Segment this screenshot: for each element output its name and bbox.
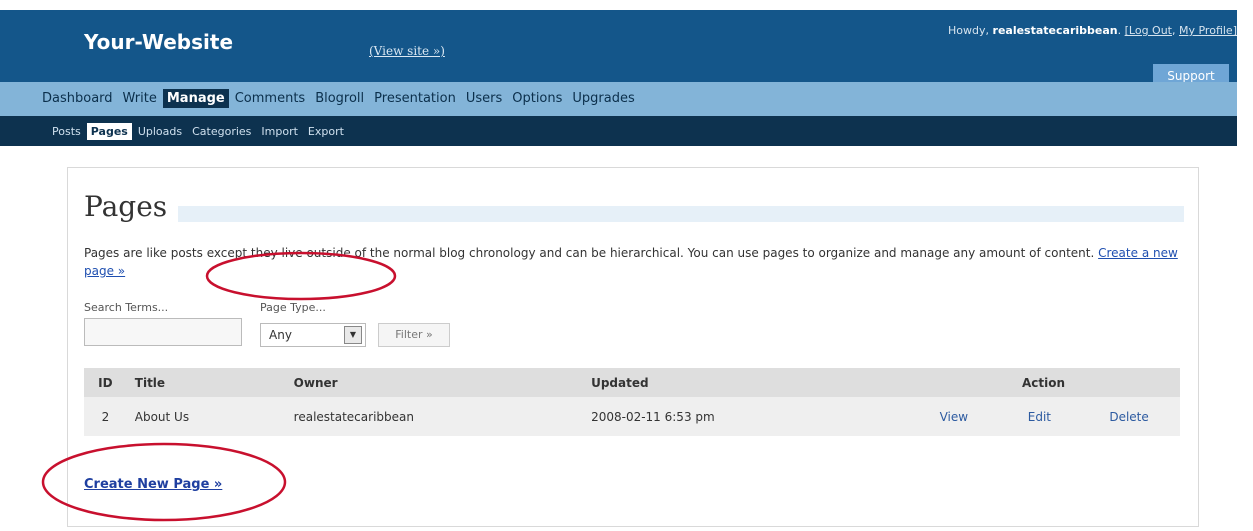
edit-link[interactable]: Edit bbox=[1028, 410, 1051, 424]
main-nav-options[interactable]: Options bbox=[508, 89, 566, 108]
sub-nav-import[interactable]: Import bbox=[257, 123, 302, 140]
main-nav: Dashboard Write Manage Comments Blogroll… bbox=[0, 82, 1237, 116]
main-nav-users[interactable]: Users bbox=[462, 89, 506, 108]
sub-nav-posts[interactable]: Posts bbox=[48, 123, 85, 140]
admin-header: Your-Website (View site ») Howdy, reales… bbox=[0, 10, 1237, 88]
username: realestatecaribbean bbox=[992, 24, 1118, 37]
view-link[interactable]: View bbox=[940, 410, 968, 424]
user-info: Howdy, realestatecaribbean. [Log Out, My… bbox=[948, 24, 1237, 37]
main-nav-upgrades[interactable]: Upgrades bbox=[568, 89, 638, 108]
main-nav-blogroll[interactable]: Blogroll bbox=[311, 89, 368, 108]
sub-nav: Posts Pages Uploads Categories Import Ex… bbox=[0, 116, 1237, 146]
filter-button[interactable]: Filter » bbox=[378, 323, 450, 347]
sub-nav-export[interactable]: Export bbox=[304, 123, 348, 140]
search-input[interactable] bbox=[84, 318, 242, 346]
heading-underline bbox=[178, 206, 1184, 222]
sub-nav-pages[interactable]: Pages bbox=[86, 123, 132, 140]
my-profile-link[interactable]: My Profile] bbox=[1179, 24, 1237, 37]
sub-nav-uploads[interactable]: Uploads bbox=[134, 123, 186, 140]
page-type-select[interactable]: Any ▼ bbox=[260, 323, 366, 347]
table-row: 2 About Us realestatecaribbean 2008-02-1… bbox=[84, 397, 1180, 436]
page-description: Pages are like posts except they live ou… bbox=[84, 244, 1179, 280]
create-new-page-button[interactable]: Create New Page » bbox=[84, 477, 222, 492]
site-title: Your-Website bbox=[84, 30, 234, 54]
row-id: 2 bbox=[84, 397, 127, 436]
sub-nav-categories[interactable]: Categories bbox=[188, 123, 255, 140]
log-out-link[interactable]: [Log Out bbox=[1125, 24, 1172, 37]
view-site-link[interactable]: (View site ») bbox=[369, 44, 445, 58]
page-type-value: Any bbox=[269, 328, 292, 342]
col-action: Action bbox=[906, 368, 1180, 397]
pages-content: Pages Pages are like posts except they l… bbox=[67, 167, 1199, 527]
main-nav-write[interactable]: Write bbox=[119, 89, 161, 108]
main-nav-comments[interactable]: Comments bbox=[231, 89, 309, 108]
main-nav-manage[interactable]: Manage bbox=[162, 89, 229, 108]
row-title: About Us bbox=[126, 397, 286, 436]
search-terms-label: Search Terms... bbox=[84, 301, 169, 314]
pages-table: ID Title Owner Updated Action 2 About Us… bbox=[84, 368, 1180, 436]
col-owner: Owner bbox=[285, 368, 584, 397]
main-nav-presentation[interactable]: Presentation bbox=[370, 89, 460, 108]
delete-link[interactable]: Delete bbox=[1109, 410, 1148, 424]
row-updated: 2008-02-11 6:53 pm bbox=[583, 397, 907, 436]
description-text: Pages are like posts except they live ou… bbox=[84, 246, 1095, 260]
howdy-text: Howdy, bbox=[948, 24, 990, 37]
main-nav-dashboard[interactable]: Dashboard bbox=[38, 89, 117, 108]
row-owner: realestatecaribbean bbox=[285, 397, 584, 436]
dropdown-arrow-icon[interactable]: ▼ bbox=[344, 326, 362, 344]
table-header-row: ID Title Owner Updated Action bbox=[84, 368, 1180, 397]
page-title: Pages bbox=[84, 190, 168, 223]
col-id: ID bbox=[84, 368, 127, 397]
col-title: Title bbox=[126, 368, 286, 397]
col-updated: Updated bbox=[583, 368, 907, 397]
page-type-label: Page Type... bbox=[260, 301, 326, 314]
